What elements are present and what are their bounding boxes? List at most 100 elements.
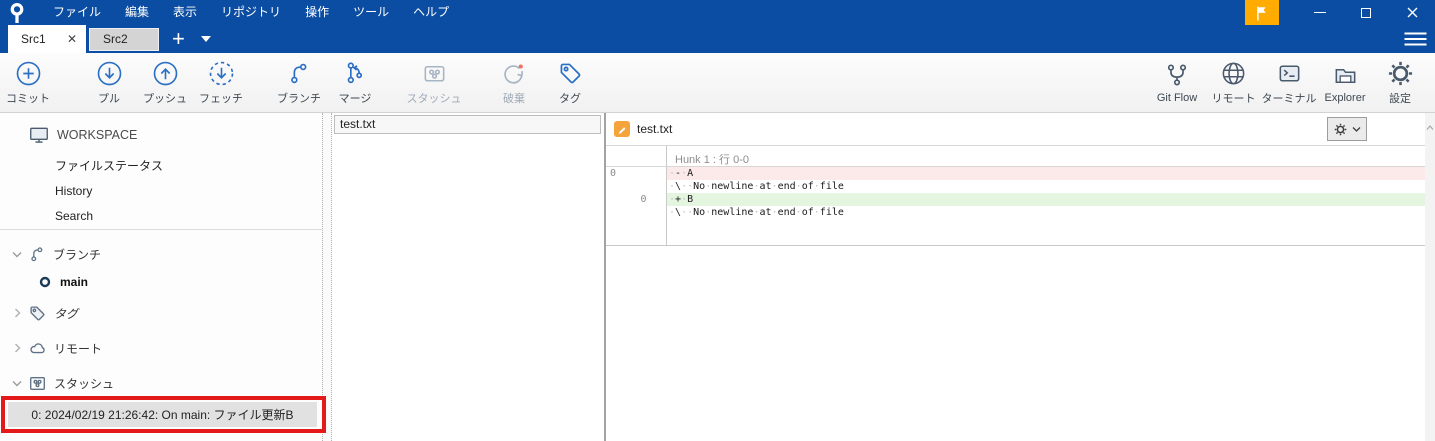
close-icon (1407, 7, 1417, 18)
menu-view[interactable]: 表示 (161, 0, 209, 25)
gitflow-button[interactable]: Git Flow (1148, 53, 1206, 112)
search-label: Search (55, 209, 94, 223)
discard-button[interactable]: 破棄 (486, 53, 542, 112)
tags-label: タグ (54, 306, 79, 321)
flag-icon (1257, 6, 1266, 21)
notification-flag-button[interactable] (1245, 0, 1279, 25)
stash-button[interactable]: スタッシュ (406, 53, 462, 112)
gear-icon (1334, 123, 1346, 135)
hamburger-menu-icon[interactable] (1403, 29, 1428, 54)
branch-label: ブランチ (277, 93, 321, 105)
file-name-label: test.txt (340, 117, 376, 131)
hunk-gutter-spacer (606, 146, 667, 166)
sidebar: WORKSPACE ファイルステータス History Search ブランチ … (0, 113, 326, 441)
sidebar-divider (0, 229, 322, 230)
scroll-up-icon[interactable] (1426, 118, 1434, 136)
new-tab-button[interactable]: + (172, 28, 185, 50)
sidebar-section-remotes[interactable]: リモート (0, 338, 322, 358)
commit-icon (15, 59, 42, 87)
globe-icon (1220, 59, 1247, 87)
tag-button[interactable]: タグ (542, 53, 598, 112)
menu-repository[interactable]: リポジトリ (209, 0, 293, 25)
branch-icon (28, 245, 46, 263)
tab-src2[interactable]: Src2 (89, 27, 159, 51)
close-window-button[interactable] (1389, 0, 1435, 25)
stash-icon (421, 59, 448, 87)
discard-label: 破棄 (503, 93, 525, 105)
file-list-panel: test.txt (332, 113, 604, 441)
discard-icon (501, 59, 527, 87)
branch-button[interactable]: ブランチ (271, 53, 327, 112)
settings-label: 設定 (1389, 93, 1411, 105)
tag-icon (557, 59, 584, 87)
terminal-icon (1276, 59, 1303, 87)
sidebar-workspace-header[interactable]: WORKSPACE (0, 125, 322, 145)
tab-bar: Src1 ✕ Src2 + (0, 25, 1435, 53)
minimize-button[interactable] (1297, 0, 1343, 25)
diff-hunk-block: Hunk 1 : 行 0-0 0 0 ·-·A ·\··No·newline·a… (606, 146, 1425, 246)
workspace-label: WORKSPACE (57, 128, 138, 142)
tab-list-dropdown-icon[interactable] (200, 36, 211, 42)
chevron-right-icon[interactable] (12, 308, 22, 318)
gear-icon (1387, 59, 1414, 87)
menu-bar: ファイル 編集 表示 リポジトリ 操作 ツール ヘルプ (0, 0, 1435, 25)
merge-label: マージ (338, 93, 372, 105)
menu-actions[interactable]: 操作 (293, 0, 341, 25)
file-list-item[interactable]: test.txt (334, 115, 601, 134)
gitflow-label: Git Flow (1156, 92, 1198, 104)
file-status-label: ファイルステータス (55, 158, 164, 173)
tab-src1[interactable]: Src1 ✕ (8, 25, 86, 53)
menu-tools[interactable]: ツール (341, 0, 401, 25)
chevron-down-icon[interactable] (12, 379, 22, 388)
remote-button[interactable]: リモート (1206, 53, 1261, 112)
diff-lines: ·-·A ·\··No·newline·at·end·of·file ·+·B … (667, 167, 1425, 245)
diff-scrollbar[interactable] (1425, 113, 1435, 441)
diff-file-name: test.txt (637, 122, 673, 136)
new-line-number: 0 (640, 194, 647, 205)
settings-button[interactable]: 設定 (1373, 53, 1427, 112)
sidebar-branch-main[interactable]: main (0, 272, 322, 292)
sidebar-section-tags[interactable]: タグ (0, 303, 322, 323)
tag-icon (28, 304, 47, 323)
sidebar-splitter[interactable] (322, 113, 332, 441)
sidebar-item-history[interactable]: History (0, 181, 322, 201)
chevron-right-icon[interactable] (12, 343, 22, 353)
sidebar-section-branches[interactable]: ブランチ (0, 244, 322, 264)
stashes-label: スタッシュ (54, 376, 115, 391)
explorer-button[interactable]: Explorer (1317, 53, 1373, 112)
stash-entry-label: 0: 2024/02/19 21:26:42: On main: ファイル更新B (31, 408, 294, 422)
pull-label: プル (98, 93, 120, 105)
diff-line-no-newline: ·\··No·newline·at·end·of·file (669, 207, 844, 218)
terminal-button[interactable]: ターミナル (1261, 53, 1317, 112)
maximize-button[interactable] (1343, 0, 1389, 25)
pull-icon (96, 59, 123, 87)
menu-help[interactable]: ヘルプ (401, 0, 461, 25)
diff-line-no-newline: ·\··No·newline·at·end·of·file (669, 181, 844, 192)
pull-button[interactable]: プル (81, 53, 137, 112)
tab-close-icon[interactable]: ✕ (67, 33, 77, 45)
gitflow-icon (1164, 61, 1190, 89)
commit-button[interactable]: コミット (0, 53, 56, 112)
menu-file[interactable]: ファイル (41, 0, 113, 25)
stash-entry[interactable]: 0: 2024/02/19 21:26:42: On main: ファイル更新B (8, 402, 317, 427)
menu-edit[interactable]: 編集 (113, 0, 161, 25)
commit-label: コミット (6, 93, 50, 105)
tab-src2-label: Src2 (103, 32, 128, 46)
old-line-number (606, 206, 636, 219)
diff-options-button[interactable] (1327, 117, 1367, 141)
hunk-header-row: Hunk 1 : 行 0-0 (606, 146, 1425, 167)
explorer-label: Explorer (1324, 92, 1366, 104)
merge-button[interactable]: マージ (327, 53, 383, 112)
new-line-number (636, 206, 667, 219)
sidebar-item-file-status[interactable]: ファイルステータス (0, 155, 322, 175)
push-button[interactable]: プッシュ (137, 53, 193, 112)
sidebar-item-search[interactable]: Search (0, 206, 322, 226)
sidebar-section-stashes[interactable]: スタッシュ (0, 373, 322, 393)
fetch-button[interactable]: フェッチ (193, 53, 249, 112)
diff-panel: test.txt Hunk 1 : 行 0-0 0 0 ·-·A ·\··No·… (606, 113, 1435, 441)
line-number-gutter: 0 0 (606, 167, 667, 245)
fetch-label: フェッチ (199, 93, 243, 105)
sourcetree-logo-icon (7, 1, 29, 25)
chevron-down-icon[interactable] (12, 250, 22, 259)
branches-label: ブランチ (53, 247, 102, 262)
